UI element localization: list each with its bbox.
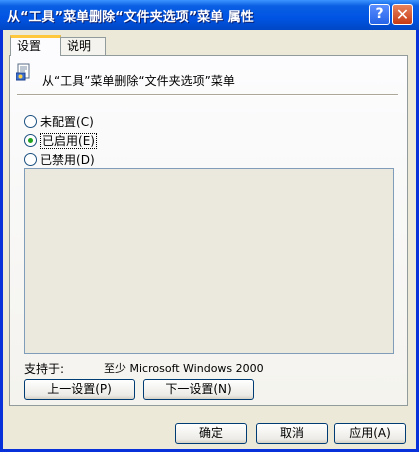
help-button[interactable]: ? xyxy=(369,4,390,25)
radio-not-configured-label: 未配置 xyxy=(40,115,77,129)
ok-button[interactable]: 确定 xyxy=(175,423,247,444)
help-icon: ? xyxy=(375,6,384,22)
tab-explain[interactable]: 说明 xyxy=(60,37,106,55)
previous-setting-button[interactable]: 上一设置(P) xyxy=(24,379,135,400)
close-icon: ✕ xyxy=(395,5,410,24)
radio-disabled-label: 已禁用 xyxy=(40,153,77,167)
radio-disabled-key: (D) xyxy=(76,153,95,167)
title-bar[interactable]: 从“工具”菜单删除“文件夹选项”菜单 属性 ? ✕ xyxy=(0,0,419,30)
tab-settings[interactable]: 设置 xyxy=(10,35,61,56)
window-title: 从“工具”菜单删除“文件夹选项”菜单 属性 xyxy=(7,10,254,25)
radio-enabled-circle[interactable] xyxy=(24,134,37,147)
radio-enabled[interactable]: 已启用(E) xyxy=(24,132,97,149)
policy-document-icon xyxy=(16,63,30,81)
cancel-button[interactable]: 取消 xyxy=(256,423,328,444)
policy-title: 从“工具”菜单删除“文件夹选项”菜单 xyxy=(42,74,235,88)
radio-not-configured[interactable]: 未配置(C) xyxy=(24,113,94,129)
close-button[interactable]: ✕ xyxy=(392,4,413,25)
separator xyxy=(17,94,398,96)
radio-enabled-focus: 已启用(E) xyxy=(40,133,97,149)
description-box[interactable] xyxy=(24,168,394,354)
radio-disabled[interactable]: 已禁用(D) xyxy=(24,151,95,167)
radio-not-configured-circle[interactable] xyxy=(24,115,37,128)
support-label: 支持于: xyxy=(24,362,65,376)
support-value: 至少 Microsoft Windows 2000 xyxy=(104,362,264,375)
radio-enabled-key: (E) xyxy=(78,134,95,148)
radio-disabled-circle[interactable] xyxy=(24,153,37,166)
radio-enabled-label: 已启用 xyxy=(42,134,79,148)
apply-button[interactable]: 应用(A) xyxy=(334,423,406,444)
next-setting-button[interactable]: 下一设置(N) xyxy=(143,379,254,400)
radio-not-configured-key: (C) xyxy=(76,115,94,129)
